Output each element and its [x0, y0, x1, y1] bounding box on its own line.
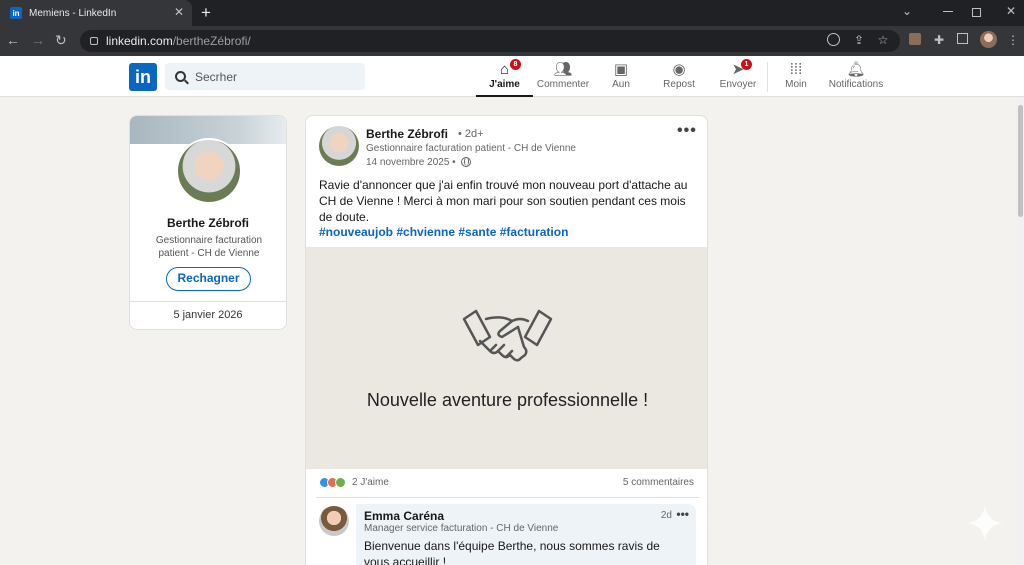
divider: [316, 497, 699, 498]
scrollbar-thumb[interactable]: [1018, 105, 1023, 217]
post-author-name[interactable]: Berthe Zébrofi: [366, 127, 448, 141]
profile-avatar[interactable]: [176, 138, 242, 204]
search-input[interactable]: Secrher: [165, 63, 365, 90]
nav-label: Commenter: [536, 79, 590, 90]
browser-profile-avatar[interactable]: [980, 31, 997, 48]
share-icon[interactable]: ⇪: [852, 33, 866, 47]
nav-item-repost[interactable]: ◉ Repost: [657, 61, 701, 97]
nav-item-moin[interactable]: ⁞⁞⁞ Moin: [778, 61, 814, 97]
reactions-count: 2 J'aime: [352, 477, 389, 488]
minimize-icon[interactable]: [943, 11, 953, 12]
comments-count[interactable]: 5 commentaires: [623, 477, 694, 488]
nav-item-notifications[interactable]: 🔔︎ Notifications: [824, 61, 888, 97]
globe-icon: [461, 157, 471, 167]
chat-icon: ◉: [672, 61, 686, 78]
profile-title: Gestionnaire facturation patient - CH de…: [155, 235, 263, 259]
grid-icon: ⁞⁞⁞: [789, 61, 803, 78]
browser-toolbar: ← → ↻ linkedin.com/bertheZébrofi/ ⇪ ☆ ✚ …: [0, 26, 1024, 56]
nav-label: Repost: [663, 79, 695, 90]
profile-action-button[interactable]: Rechagner: [166, 267, 251, 291]
window-close-icon[interactable]: ✕: [1006, 4, 1016, 18]
back-icon[interactable]: ←: [6, 32, 20, 48]
profile-card: Berthe Zébrofi Gestionnaire facturation …: [129, 115, 287, 330]
post-card: Berthe Zébrofi • 2d+ Gestionnaire factur…: [305, 115, 708, 565]
briefcase-icon: ▣: [613, 61, 629, 78]
lock-icon: [90, 37, 98, 45]
bookmark-star-icon[interactable]: ☆: [876, 33, 890, 47]
reactions-summary[interactable]: 2 J'aime: [319, 477, 389, 488]
address-bar[interactable]: linkedin.com/bertheZébrofi/: [80, 30, 900, 52]
comment-author-name[interactable]: Emma Caréna: [364, 509, 444, 523]
google-lens-icon[interactable]: [827, 33, 840, 46]
tab-close-icon[interactable]: ✕: [174, 5, 184, 19]
post-more-icon[interactable]: •••: [677, 122, 697, 140]
comment-more-icon[interactable]: •••: [676, 507, 689, 521]
profile-date: 5 janvier 2026: [173, 309, 243, 321]
nav-item-envoyer[interactable]: ➤ 1 Envoyer: [716, 59, 760, 97]
linkedin-logo-icon[interactable]: in: [129, 63, 157, 91]
restore-icon[interactable]: [972, 8, 981, 17]
nav-label: J'aime: [489, 79, 520, 90]
handshake-icon: [462, 309, 553, 362]
divider: [130, 301, 286, 302]
nav-item-jaime[interactable]: ⌂ 8 J'aime: [476, 59, 533, 97]
url-path: /bertheZébrofi/: [172, 34, 251, 48]
home-icon: ⌂ 8: [476, 59, 533, 79]
url-host: linkedin.com: [106, 34, 173, 48]
tab-title: Memiens - LinkedIn: [29, 7, 117, 19]
post-hashtags[interactable]: #nouveaujob #chvienne #sante #facturatio…: [319, 225, 568, 239]
nav-label: Aun: [612, 79, 630, 90]
comment-text: Bienvenue dans l'équipe Berthe, nous som…: [364, 539, 660, 565]
post-text: Ravie d'annoncer que j'ai enfin trouvé m…: [319, 178, 688, 224]
post-author-avatar[interactable]: [319, 126, 359, 166]
comment-time: 2d: [660, 510, 672, 521]
linkedin-favicon-icon: in: [10, 7, 22, 19]
profile-name[interactable]: Berthe Zébrofi: [130, 216, 286, 230]
people-icon: 👥︎: [553, 61, 573, 78]
nav-item-commenter[interactable]: 👥︎ Commenter: [533, 61, 593, 97]
post-image-caption: Nouvelle aventure professionnelle !: [366, 390, 649, 410]
browser-tab[interactable]: in Memiens - LinkedIn ✕: [0, 0, 192, 26]
reload-icon[interactable]: ↻: [55, 32, 67, 49]
comment-author-avatar[interactable]: [319, 506, 349, 536]
new-tab-icon[interactable]: +: [201, 3, 211, 23]
browser-tabbar: in Memiens - LinkedIn ✕ + ⌄ ✕: [0, 0, 1024, 26]
sparkle-icon: [967, 505, 1003, 541]
post-time: • 2d+: [458, 128, 484, 140]
nav-divider: [767, 62, 768, 92]
nav-item-aun[interactable]: ▣ Aun: [600, 61, 642, 97]
extension-icon[interactable]: [909, 33, 921, 45]
nav-label: Moin: [785, 79, 807, 90]
side-panel-icon[interactable]: [957, 33, 968, 44]
post-date: 14 novembre 2025 •: [366, 157, 456, 168]
forward-icon[interactable]: →: [31, 32, 45, 48]
search-icon: [175, 71, 186, 82]
nav-label: Envoyer: [719, 79, 757, 90]
support-reaction-icon: [335, 477, 346, 488]
nav-label: Notifications: [828, 79, 884, 90]
post-author-headline: Gestionnaire facturation patient - CH de…: [366, 143, 576, 154]
comment-bubble: Emma Caréna 2d ••• Manager service factu…: [356, 504, 696, 565]
nav-badge-send: 1: [741, 59, 752, 70]
send-icon: ➤ 1: [716, 59, 760, 79]
browser-menu-icon[interactable]: ⋮: [1006, 33, 1020, 47]
post-image[interactable]: Nouvelle aventure professionnelle !: [306, 247, 707, 469]
nav-badge-home: 8: [510, 59, 521, 70]
tab-search-chevron-icon[interactable]: ⌄: [902, 4, 912, 18]
search-placeholder: Secrher: [195, 69, 238, 84]
bell-icon: 🔔︎: [846, 61, 866, 78]
puzzle-extensions-icon[interactable]: ✚: [932, 33, 946, 47]
comment-author-headline: Manager service facturation - CH de Vien…: [364, 523, 559, 534]
